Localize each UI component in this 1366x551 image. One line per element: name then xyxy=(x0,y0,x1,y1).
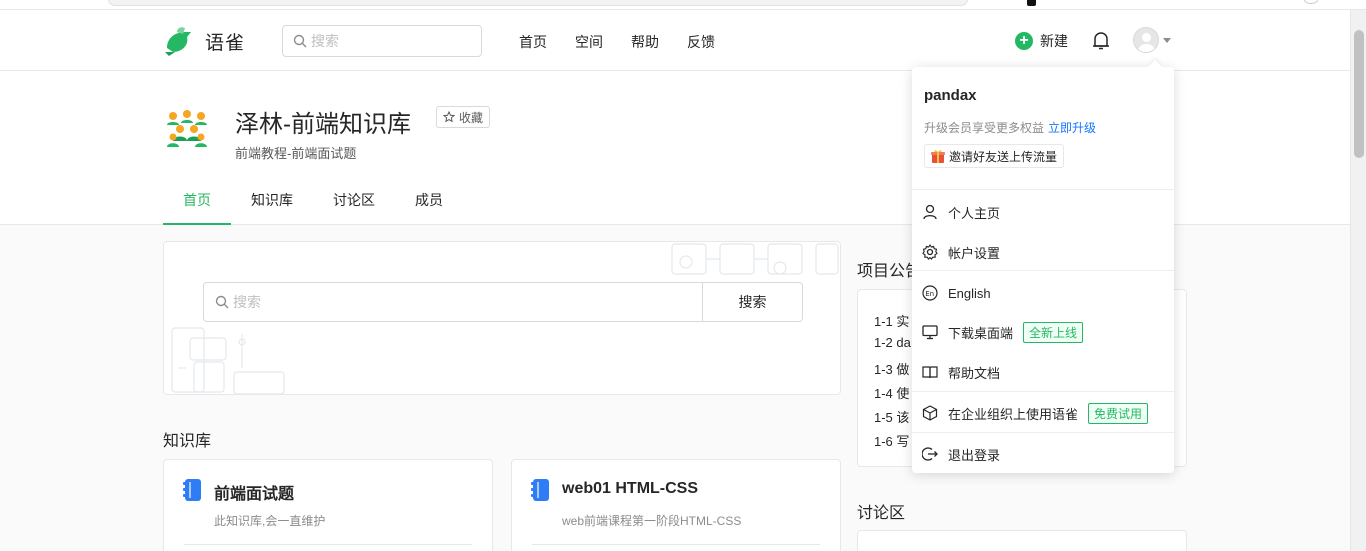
tab-discussion[interactable]: 讨论区 xyxy=(313,181,395,225)
divider xyxy=(184,544,472,545)
tab-knowledge[interactable]: 知识库 xyxy=(231,181,313,225)
gift-icon xyxy=(931,150,945,163)
knowledge-card[interactable]: web01 HTML-CSS web前端课程第一阶段HTML-CSS xyxy=(511,459,841,551)
book-icon xyxy=(183,479,201,501)
logo-text: 语雀 xyxy=(205,32,246,54)
notice-item[interactable]: 1-2 da xyxy=(874,335,911,350)
menu-item-download[interactable]: 下载桌面端 全新上线 xyxy=(922,318,1174,346)
notice-item[interactable]: 1-5 该 xyxy=(874,407,909,426)
caret-down-icon xyxy=(1163,37,1171,43)
menu-item-logout[interactable]: 退出登录 xyxy=(922,440,1174,468)
invite-button[interactable]: 邀请好友送上传流量 xyxy=(924,144,1065,168)
knowledge-card-desc: 此知识库,会一直维护 xyxy=(214,514,326,528)
menu-item-settings[interactable]: 帐户设置 xyxy=(922,238,1174,266)
notice-item[interactable]: 1-4 使 xyxy=(874,383,909,402)
nav-space[interactable]: 空间 xyxy=(575,32,603,52)
dropdown-username: pandax xyxy=(924,87,977,104)
main-search-button[interactable]: 搜索 xyxy=(702,283,802,321)
menu-item-help[interactable]: 帮助文档 xyxy=(922,358,1174,386)
menu-item-english[interactable]: En English xyxy=(922,279,1174,307)
knowledge-card-title: 前端面试题 xyxy=(214,486,295,503)
menu-item-label: 帮助文档 xyxy=(948,365,1001,381)
user-dropdown: pandax 升级会员享受更多权益 立即升级 邀请好友送上传流量 个人主页 帐户设… xyxy=(912,67,1174,473)
notice-item[interactable]: 1-6 写 xyxy=(874,431,909,450)
collect-label: 收藏 xyxy=(459,110,484,125)
profile-icon[interactable] xyxy=(1304,0,1318,4)
book-open-icon xyxy=(922,366,938,379)
user-icon xyxy=(923,204,937,220)
divider xyxy=(912,391,1174,392)
new-release-badge: 全新上线 xyxy=(1023,321,1084,343)
menu-item-label: 退出登录 xyxy=(948,447,1001,463)
upgrade-link[interactable]: 立即升级 xyxy=(1048,121,1096,135)
book-title: 泽林-前端知识库 xyxy=(235,111,411,138)
scrollbar-thumb[interactable] xyxy=(1354,30,1364,158)
star-icon xyxy=(443,111,455,123)
menu-item-enterprise[interactable]: 在企业组织上使用语雀 免费试用 xyxy=(922,399,1174,427)
main-search-input[interactable] xyxy=(229,294,702,310)
avatar xyxy=(1133,27,1159,53)
search-icon xyxy=(293,34,307,48)
cube-icon xyxy=(922,405,938,421)
menu-item-label: 个人主页 xyxy=(948,205,1001,221)
search-icon xyxy=(215,295,229,309)
main-search[interactable]: 搜索 xyxy=(203,282,803,322)
book-icon xyxy=(531,479,549,501)
gear-icon xyxy=(922,244,938,260)
top-nav: 首页 空间 帮助 反馈 xyxy=(519,32,715,52)
header-search[interactable] xyxy=(282,25,482,57)
book-tabs: 首页 知识库 讨论区 成员 xyxy=(163,181,463,225)
nav-feedback[interactable]: 反馈 xyxy=(687,32,715,52)
address-bar[interactable] xyxy=(108,0,968,6)
user-menu-trigger[interactable] xyxy=(1133,27,1171,53)
knowledge-card[interactable]: 前端面试题 此知识库,会一直维护 xyxy=(163,459,493,551)
notification-bell-icon[interactable] xyxy=(1092,31,1110,56)
upgrade-text: 升级会员享受更多权益 xyxy=(924,121,1045,135)
book-description: 前端教程-前端面试题 xyxy=(235,146,357,161)
search-panel: 搜索 xyxy=(163,241,841,395)
plus-icon: + xyxy=(1015,32,1033,50)
yuque-bird-icon xyxy=(165,27,191,56)
menu-item-label: 在企业组织上使用语雀 xyxy=(948,406,1079,422)
notice-item[interactable]: 1-3 做 xyxy=(874,359,909,378)
group-avatar-icon xyxy=(167,110,207,147)
divider xyxy=(532,544,820,545)
new-label: 新建 xyxy=(1040,33,1068,49)
free-trial-badge: 免费试用 xyxy=(1088,402,1149,424)
tab-members[interactable]: 成员 xyxy=(395,181,463,225)
invite-label: 邀请好友送上传流量 xyxy=(949,149,1058,164)
knowledge-card-title: web01 HTML-CSS xyxy=(562,480,699,497)
notice-item[interactable]: 1-1 实 xyxy=(874,311,909,330)
nav-help[interactable]: 帮助 xyxy=(631,32,659,52)
knowledge-section-title: 知识库 xyxy=(163,433,212,450)
new-button[interactable]: + 新建 xyxy=(1015,31,1068,51)
extension-icon[interactable] xyxy=(1027,0,1036,6)
knowledge-card-desc: web前端课程第一阶段HTML-CSS xyxy=(562,514,742,528)
divider xyxy=(912,270,1174,271)
language-icon: En xyxy=(922,285,938,301)
menu-item-label: English xyxy=(948,285,991,301)
collect-button[interactable]: 收藏 xyxy=(436,106,491,128)
tab-home[interactable]: 首页 xyxy=(163,181,231,225)
menu-item-profile[interactable]: 个人主页 xyxy=(922,198,1174,226)
menu-item-label: 帐户设置 xyxy=(948,245,1001,261)
divider xyxy=(912,189,1174,190)
discuss-box xyxy=(857,530,1187,551)
nav-home[interactable]: 首页 xyxy=(519,32,547,52)
page-scrollbar[interactable] xyxy=(1350,10,1366,551)
menu-item-label: 下载桌面端 xyxy=(948,325,1014,341)
top-header: 语雀 首页 空间 帮助 反馈 + 新建 xyxy=(0,10,1350,71)
browser-chrome xyxy=(0,0,1366,10)
upgrade-info: 升级会员享受更多权益 立即升级 xyxy=(924,119,1096,136)
logout-icon xyxy=(922,447,938,461)
header-search-input[interactable] xyxy=(311,33,471,49)
divider xyxy=(912,432,1174,433)
svg-text:En: En xyxy=(925,290,934,298)
logo[interactable]: 语雀 xyxy=(163,26,245,56)
desktop-icon xyxy=(922,325,938,340)
discuss-section-title: 讨论区 xyxy=(857,505,906,522)
